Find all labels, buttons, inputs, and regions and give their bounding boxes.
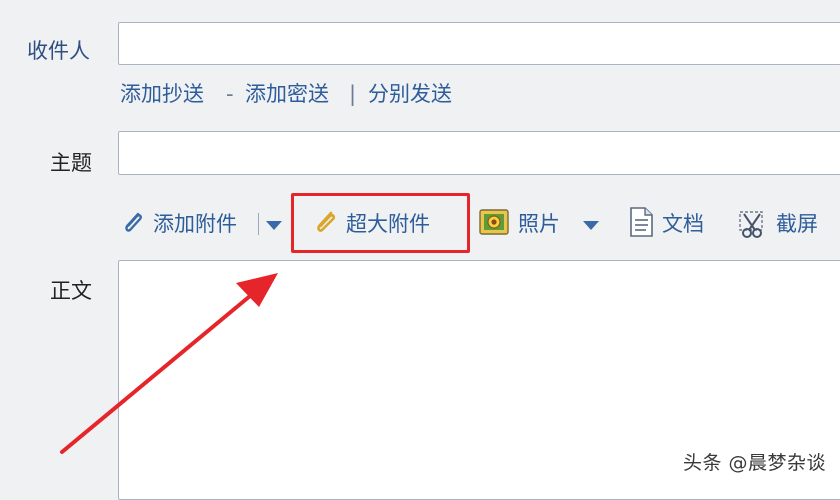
watermark: 头条 @晨梦杂谈 [682,452,826,474]
annotation-arrow [60,273,278,454]
